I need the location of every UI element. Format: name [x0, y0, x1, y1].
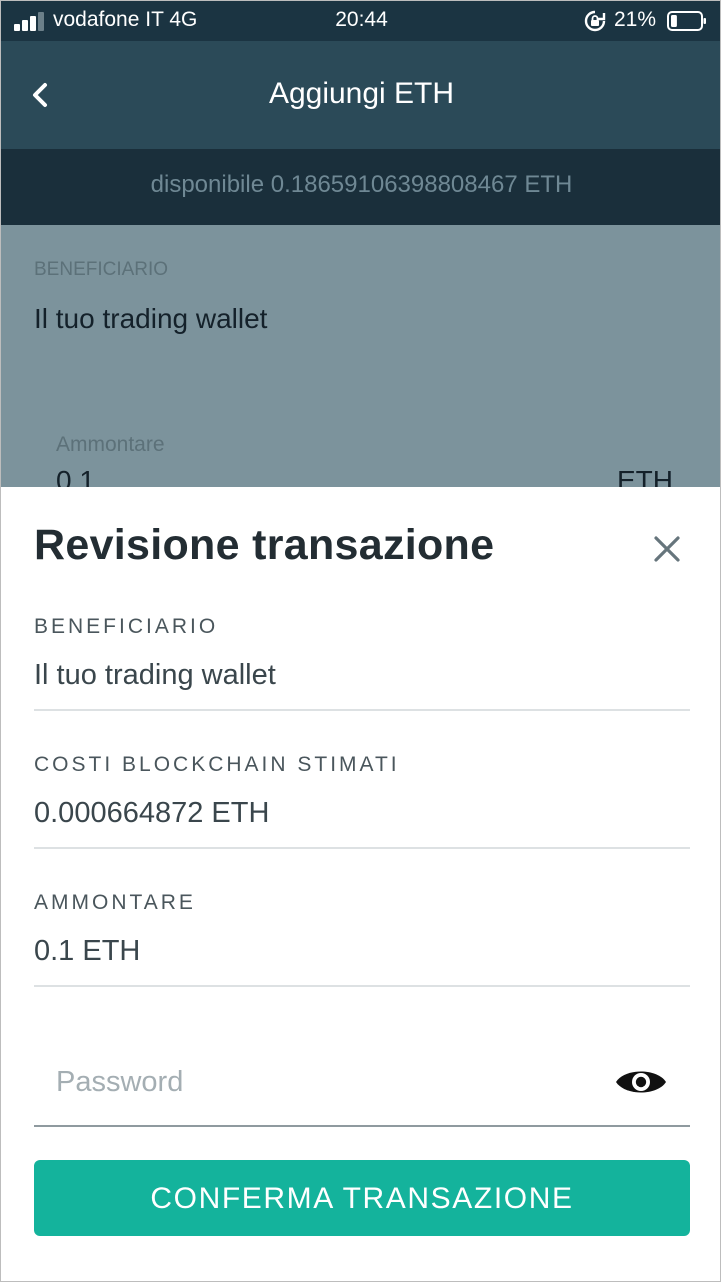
fees-row-label: COSTI BLOCKCHAIN STIMATI — [34, 753, 400, 776]
divider — [34, 847, 690, 849]
amount-row-label: AMMONTARE — [34, 891, 196, 914]
status-bar: vodafone IT 4G 20:44 21% — [1, 1, 720, 41]
recipient-value: Il tuo trading wallet — [34, 303, 268, 334]
review-transaction-sheet: Revisione transazione BENEFICIARIO Il tu… — [1, 487, 720, 1281]
amount-label: Ammontare — [56, 433, 165, 456]
app-header: Aggiungi ETH — [1, 41, 720, 149]
password-input[interactable] — [34, 1047, 616, 1117]
recipient-label: BENEFICIARIO — [34, 259, 169, 280]
app-screen: vodafone IT 4G 20:44 21% Aggiungi ETH di… — [0, 0, 721, 1282]
page-title: Aggiungi ETH — [268, 77, 455, 110]
divider — [34, 985, 690, 987]
divider — [34, 709, 690, 711]
amount-unit: ETH — [617, 465, 673, 487]
available-balance-bar: disponibile 0.18659106398808467 ETH — [1, 149, 720, 225]
amount-row-value: 0.1 ETH — [34, 935, 141, 967]
password-underline — [34, 1125, 690, 1127]
orientation-lock-icon — [584, 10, 606, 32]
background-form-overlay: BENEFICIARIO Il tuo trading wallet Ammon… — [1, 225, 720, 487]
close-icon[interactable] — [649, 531, 685, 567]
eye-icon[interactable] — [614, 1064, 668, 1100]
available-balance: disponibile 0.18659106398808467 ETH — [150, 171, 573, 198]
confirm-transaction-button[interactable]: CONFERMA TRANSAZIONE — [34, 1160, 690, 1236]
battery-percent: 21% — [614, 8, 657, 31]
battery-icon — [667, 11, 706, 31]
password-field — [34, 1047, 690, 1129]
sheet-title: Revisione transazione — [34, 521, 495, 569]
recipient-row-label: BENEFICIARIO — [34, 615, 219, 638]
amount-input: 0.1 — [56, 465, 95, 487]
fees-row-value: 0.000664872 ETH — [34, 797, 270, 829]
recipient-row-value: Il tuo trading wallet — [34, 659, 276, 691]
clock: 20:44 — [335, 8, 388, 31]
